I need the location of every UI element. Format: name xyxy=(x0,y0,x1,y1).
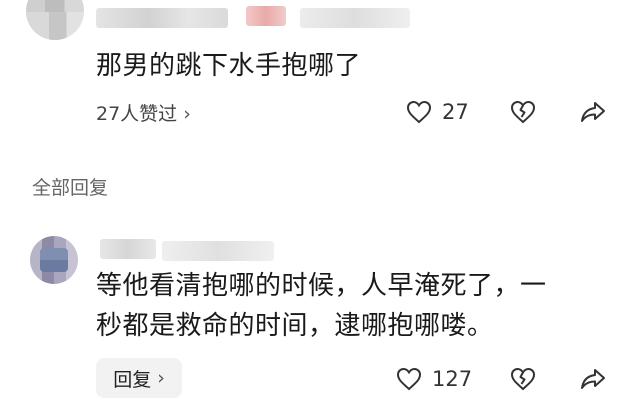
share-arrow-icon xyxy=(581,369,605,389)
comment-text: 那男的跳下水手抱哪了 xyxy=(96,51,362,81)
heart-icon xyxy=(396,367,422,391)
replier-avatar[interactable] xyxy=(30,236,78,284)
reply-text: 等他看清抱哪的时候，人早淹死了，一 秒都是救命的时间，逮哪抱哪喽。 xyxy=(96,266,616,346)
reply-dislike-button[interactable] xyxy=(510,367,536,391)
all-replies-heading: 全部回复 xyxy=(32,177,109,199)
comment-thread: 那男的跳下水手抱哪了 27人赞过 › 27 全部回复 等他看清抱哪的时候，人早淹死… xyxy=(0,0,640,407)
reply-button[interactable]: 回复 › xyxy=(96,358,182,398)
share-button[interactable] xyxy=(580,100,606,124)
likes-summary-link[interactable]: 27人赞过 › xyxy=(96,102,191,126)
commenter-badge-blurred xyxy=(246,6,286,26)
chevron-right-icon: › xyxy=(157,367,165,389)
broken-heart-icon xyxy=(510,100,536,124)
commenter-name-blurred[interactable] xyxy=(96,8,228,28)
share-arrow-icon xyxy=(581,102,605,122)
chevron-right-icon: › xyxy=(183,103,191,125)
dislike-button[interactable] xyxy=(510,100,536,124)
likes-summary-label: 27人赞过 xyxy=(96,103,178,125)
reply-text-line-2: 秒都是救命的时间，逮哪抱哪喽。 xyxy=(96,311,494,341)
like-count: 27 xyxy=(442,100,469,124)
comment-meta-blurred xyxy=(300,8,410,28)
broken-heart-icon xyxy=(510,367,536,391)
reply-text-line-1: 等他看清抱哪的时候，人早淹死了，一 xyxy=(96,271,547,301)
commenter-avatar[interactable] xyxy=(26,0,84,40)
reply-share-button[interactable] xyxy=(580,367,606,391)
reply-button-label: 回复 xyxy=(113,368,152,391)
heart-icon xyxy=(406,100,432,124)
reply-like-count: 127 xyxy=(432,367,473,391)
reply-meta-blurred xyxy=(162,241,274,261)
like-button[interactable]: 27 xyxy=(406,100,469,124)
replier-name-blurred[interactable] xyxy=(100,239,156,259)
reply-like-button[interactable]: 127 xyxy=(396,367,472,391)
